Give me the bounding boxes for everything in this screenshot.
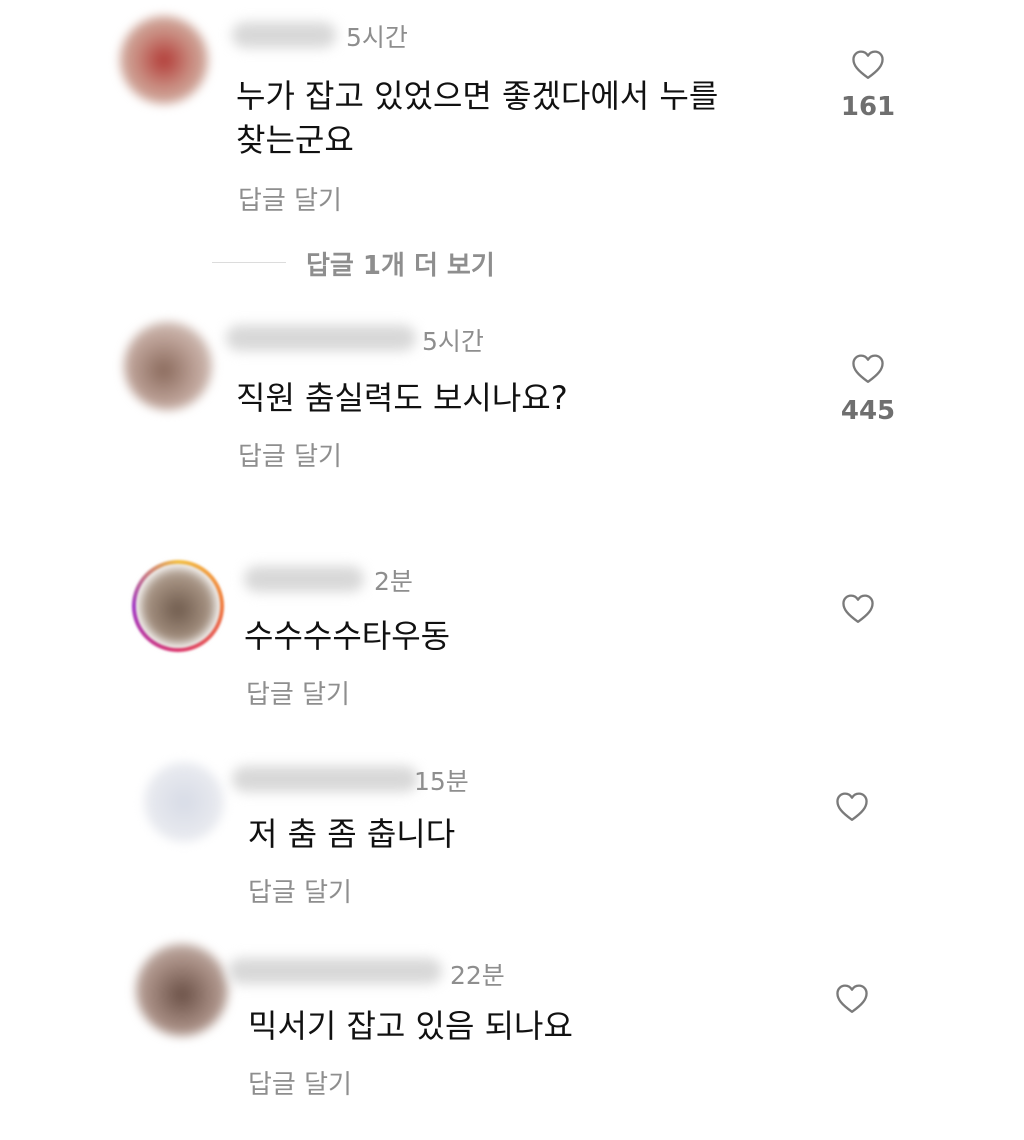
avatar[interactable] [144,762,224,842]
like-count: 161 [840,92,896,122]
heart-outline-icon[interactable] [834,790,870,822]
reply-button[interactable]: 답글 달기 [238,180,342,217]
username[interactable] [244,566,364,592]
heart-outline-icon[interactable] [840,592,876,624]
comment-text: 직원 춤실력도 보시나요? [236,379,568,417]
username[interactable] [226,325,416,351]
comment-timestamp: 5시간 [346,23,408,52]
like-button[interactable]: 161 [838,48,898,122]
avatar[interactable] [136,944,228,1036]
view-more-replies-label[interactable]: 답글 1개 더 보기 [306,245,495,282]
comment-text: 믹서기 잡고 있음 되나요 [248,1007,573,1045]
reply-button[interactable]: 답글 달기 [248,872,352,909]
comment-timestamp: 15분 [414,767,469,796]
heart-outline-icon[interactable] [850,48,886,80]
heart-outline-icon[interactable] [850,352,886,384]
comment-text-line2: 찾는군요 [236,121,354,159]
like-button[interactable]: 445 [838,352,898,426]
comment-text: 수수수수타우동 [244,617,451,655]
like-button[interactable] [822,982,882,1014]
reply-button[interactable]: 답글 달기 [238,436,342,473]
heart-outline-icon[interactable] [834,982,870,1014]
avatar[interactable] [140,568,216,644]
divider [212,262,286,263]
like-button[interactable] [828,592,888,624]
like-button[interactable] [822,790,882,822]
avatar[interactable] [120,16,208,104]
avatar[interactable] [124,322,212,410]
comment-timestamp: 5시간 [422,327,484,356]
comment-text: 저 춤 좀 춥니다 [248,815,456,853]
username[interactable] [232,22,336,48]
comment-timestamp: 22분 [450,961,505,990]
like-count: 445 [840,396,896,426]
comment-timestamp: 2분 [374,567,413,596]
comment-text: 누가 잡고 있었으면 좋겠다에서 누를 [236,77,719,115]
reply-button[interactable]: 답글 달기 [248,1064,352,1101]
username[interactable] [232,766,418,792]
username[interactable] [228,958,442,984]
reply-button[interactable]: 답글 달기 [246,674,350,711]
